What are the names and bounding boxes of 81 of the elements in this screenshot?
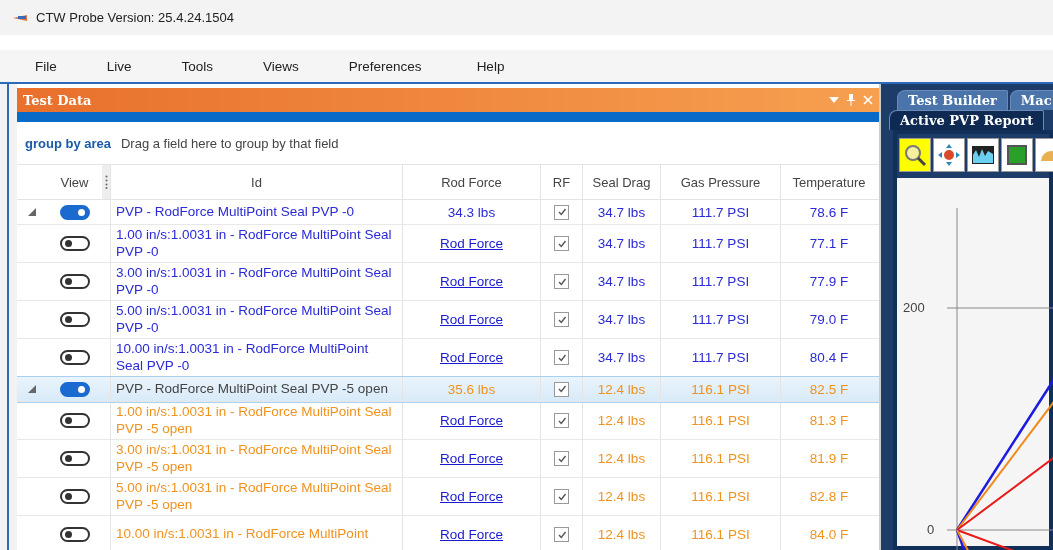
table-row[interactable]: 5.00 in/s:1.0031 in - RodForce MultiPoint Seal PVP -0 Rod Force 34.7 lbs 111.7 PSI 79.0 F: [17, 301, 879, 339]
temperature-value: 82.8 F: [809, 489, 849, 504]
temperature-value: 77.9 F: [809, 274, 849, 289]
panel-title: Test Data: [23, 92, 92, 108]
temperature-value: 84.0 F: [809, 527, 849, 542]
table-row[interactable]: 10.00 in/s:1.0031 in - RodForce MultiPoint Rod Force 12.4 lbs 116.1 PSI 84.0 F: [17, 516, 879, 550]
rod-force-link[interactable]: Rod Force: [440, 413, 503, 428]
column-header[interactable]: Seal Drag: [592, 174, 651, 190]
column-header[interactable]: Rod Force: [441, 174, 502, 190]
table-row[interactable]: PVP - RodForce MultiPoint Seal PVP -0 34.3 lbs 34.7 lbs 111.7 PSI 78.6 F: [17, 200, 879, 225]
test-id: 10.00 in/s:1.0031 in - RodForce MultiPoint Seal PVP -0: [116, 341, 370, 374]
test-id: 10.00 in/s:1.0031 in - RodForce MultiPoint: [116, 526, 369, 543]
gas-pressure-value: 116.1 PSI: [691, 381, 750, 397]
table-row[interactable]: 3.00 in/s:1.0031 in - RodForce MultiPoint Seal PVP -5 open Rod Force 12.4 lbs 116.1 PSI 81.9 F: [17, 440, 879, 478]
column-header[interactable]: Temperature: [792, 174, 866, 190]
rod-force-link[interactable]: Rod Force: [440, 236, 503, 251]
seal-drag-value: 34.7 lbs: [597, 350, 646, 365]
table-row[interactable]: 5.00 in/s:1.0031 in - RodForce MultiPoint Seal PVP -5 open Rod Force 12.4 lbs 116.1 PSI 82.8 F: [17, 478, 879, 516]
test-id: 3.00 in/s:1.0031 in - RodForce MultiPoint Seal PVP -0: [116, 265, 393, 298]
seal-drag-value: 12.4 lbs: [597, 413, 646, 428]
seal-drag-value: 12.4 lbs: [597, 527, 646, 542]
rod-force-link[interactable]: Rod Force: [440, 527, 503, 542]
menu-item[interactable]: Live: [106, 58, 132, 74]
gas-pressure-value: 111.7 PSI: [691, 204, 750, 220]
gas-pressure-value: 111.7 PSI: [691, 274, 750, 289]
test-id: 3.00 in/s:1.0031 in - RodForce MultiPoint Seal PVP -5 open: [116, 442, 393, 475]
column-header[interactable]: View: [60, 174, 89, 190]
seal-drag-value: 34.7 lbs: [597, 274, 646, 289]
group-by-hint: Drag a field here to group by that field: [120, 135, 339, 151]
temperature-value: 77.1 F: [809, 236, 849, 251]
temperature-value: 81.9 F: [809, 451, 849, 466]
gas-pressure-value: 116.1 PSI: [691, 413, 750, 428]
rod-force-value: 35.6 lbs: [447, 381, 496, 397]
temperature-value: 80.4 F: [809, 350, 849, 365]
menu-item[interactable]: File: [35, 58, 57, 74]
temperature-value: 79.0 F: [809, 312, 849, 327]
table-row[interactable]: 3.00 in/s:1.0031 in - RodForce MultiPoint Seal PVP -0 Rod Force 34.7 lbs 111.7 PSI 77.9 F: [17, 263, 879, 301]
seal-drag-value: 34.7 lbs: [597, 204, 646, 220]
group-by-label[interactable]: group by area: [25, 135, 111, 151]
temperature-value: 81.3 F: [809, 413, 849, 428]
column-header[interactable]: Gas Pressure: [680, 174, 761, 190]
seal-drag-value: 34.7 lbs: [597, 312, 646, 327]
menu-item[interactable]: Tools: [181, 58, 214, 74]
temperature-value: 78.6 F: [809, 204, 849, 220]
menu-item[interactable]: Views: [263, 58, 299, 74]
test-id: 5.00 in/s:1.0031 in - RodForce MultiPoint Seal PVP -0: [116, 303, 393, 336]
gas-pressure-value: 111.7 PSI: [691, 350, 750, 365]
table-row[interactable]: 1.00 in/s:1.0031 in - RodForce MultiPoint Seal PVP -0 Rod Force 34.7 lbs 111.7 PSI 77.1 F: [17, 225, 879, 263]
seal-drag-value: 12.4 lbs: [597, 381, 646, 397]
axis-label: 200: [903, 300, 925, 315]
report-tab[interactable]: Test Builder: [897, 90, 1008, 110]
column-header[interactable]: RF: [552, 174, 571, 190]
report-tab[interactable]: Mac: [1009, 90, 1053, 110]
seal-drag-value: 12.4 lbs: [597, 489, 646, 504]
rod-force-link[interactable]: Rod Force: [440, 350, 503, 365]
menu-item[interactable]: Help: [476, 58, 505, 74]
rod-force-link[interactable]: Rod Force: [440, 312, 503, 327]
gas-pressure-value: 116.1 PSI: [691, 451, 750, 466]
axis-label: 0: [927, 522, 935, 537]
test-id: 1.00 in/s:1.0031 in - RodForce MultiPoint Seal PVP -5 open: [116, 404, 393, 437]
column-header[interactable]: Id: [251, 174, 262, 190]
rod-force-value: 34.3 lbs: [447, 204, 496, 220]
gas-pressure-value: 111.7 PSI: [691, 236, 750, 251]
seal-drag-value: 12.4 lbs: [597, 451, 646, 466]
test-id: PVP - RodForce MultiPoint Seal PVP -0: [116, 203, 355, 221]
temperature-value: 82.5 F: [809, 381, 849, 397]
gas-pressure-value: 116.1 PSI: [691, 489, 750, 504]
test-id: PVP - RodForce MultiPoint Seal PVP -5 open: [116, 380, 388, 398]
window-title: CTW Probe Version: 25.4.24.1504: [36, 10, 234, 25]
seal-drag-value: 34.7 lbs: [597, 236, 646, 251]
table-row[interactable]: PVP - RodForce MultiPoint Seal PVP -5 open 35.6 lbs 12.4 lbs 116.1 PSI 82.5 F: [17, 377, 879, 402]
menu-item[interactable]: Preferences: [348, 58, 422, 74]
rod-force-link[interactable]: Rod Force: [440, 451, 503, 466]
report-tab[interactable]: Active PVP Report: [889, 110, 1045, 130]
table-row[interactable]: 1.00 in/s:1.0031 in - RodForce MultiPoint Seal PVP -5 open Rod Force 12.4 lbs 116.1 PSI 81.3 F: [17, 402, 879, 440]
test-id: 5.00 in/s:1.0031 in - RodForce MultiPoint Seal PVP -5 open: [116, 480, 393, 513]
gas-pressure-value: 111.7 PSI: [691, 312, 750, 327]
rod-force-link[interactable]: Rod Force: [440, 489, 503, 504]
gas-pressure-value: 116.1 PSI: [691, 527, 750, 542]
rod-force-link[interactable]: Rod Force: [440, 274, 503, 289]
test-id: 1.00 in/s:1.0031 in - RodForce MultiPoint Seal PVP -0: [116, 227, 393, 260]
